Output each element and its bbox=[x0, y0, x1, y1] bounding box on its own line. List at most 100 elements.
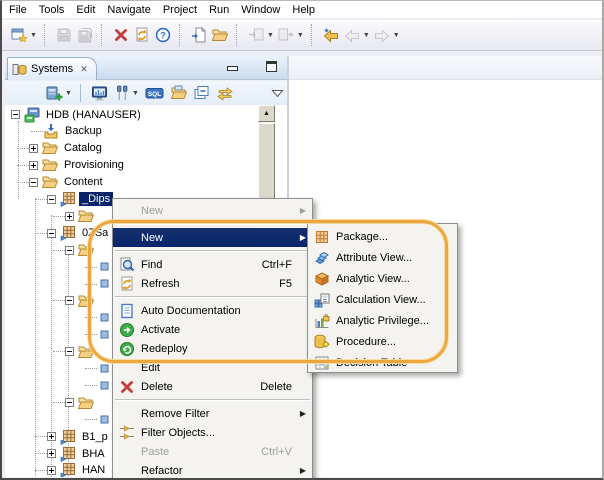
open-file-button[interactable] bbox=[189, 23, 210, 47]
add-system-button[interactable]: ▼ bbox=[43, 82, 75, 104]
submenu-item-analytic-privilege[interactable]: Analytic Privilege... bbox=[308, 310, 457, 331]
expand-icon[interactable] bbox=[65, 211, 74, 221]
collapse-icon[interactable] bbox=[29, 177, 38, 187]
menu-help[interactable]: Help bbox=[288, 2, 323, 18]
tree-connector-stub bbox=[35, 232, 47, 234]
expand-icon[interactable] bbox=[29, 160, 38, 170]
menu-tools[interactable]: Tools bbox=[35, 2, 73, 18]
collapse-icon[interactable] bbox=[65, 296, 74, 306]
menu-project[interactable]: Project bbox=[159, 2, 205, 18]
context-menu-item-refactor[interactable]: Refactor ▶ bbox=[113, 461, 312, 478]
help-button[interactable]: ? bbox=[153, 23, 174, 47]
package-icon bbox=[60, 225, 76, 242]
tree-label: Content bbox=[64, 176, 103, 189]
save-all-button[interactable] bbox=[75, 23, 96, 47]
tree-connector-stub bbox=[31, 130, 43, 132]
submenu-item-decision-table[interactable]: Decision Table bbox=[308, 352, 457, 373]
expand-icon[interactable] bbox=[29, 143, 38, 153]
tree-label bbox=[97, 215, 103, 217]
tree-row-provisioning[interactable]: Provisioning bbox=[5, 157, 287, 174]
context-menu-item-new-highlighted[interactable]: New ▶ bbox=[113, 228, 312, 247]
collapse-icon[interactable] bbox=[47, 228, 56, 238]
expand-icon[interactable] bbox=[47, 449, 56, 458]
delete-button[interactable] bbox=[111, 23, 132, 47]
context-menu-item-delete[interactable]: Delete Delete bbox=[113, 377, 312, 396]
context-menu-item-refresh[interactable]: Refresh F5 bbox=[113, 274, 312, 293]
view-menu-button[interactable] bbox=[268, 82, 287, 104]
tree-label: Backup bbox=[65, 125, 102, 138]
application-window: File Tools Edit Navigate Project Run Window Hel… bbox=[0, 0, 604, 480]
submenu-item-analytic-view[interactable]: Analytic View... bbox=[308, 268, 457, 289]
back-button[interactable]: ▼ bbox=[342, 23, 372, 47]
main-toolbar: ▼? ▼ ▼ ▼ ▼ bbox=[2, 20, 602, 51]
import-button[interactable]: ▼ bbox=[246, 23, 276, 47]
save-button[interactable] bbox=[54, 23, 75, 47]
tree-connector-stub bbox=[53, 351, 65, 353]
no-icon bbox=[119, 406, 137, 422]
collapse-all-button[interactable] bbox=[190, 82, 213, 104]
context-menu-item-activate[interactable]: Activate bbox=[113, 320, 312, 339]
sql-console-button[interactable]: SQL bbox=[142, 82, 167, 104]
svg-text:SQL: SQL bbox=[148, 91, 161, 98]
last-edit-location-button[interactable] bbox=[321, 23, 342, 47]
menu-run[interactable]: Run bbox=[205, 2, 237, 18]
collapse-icon[interactable] bbox=[65, 245, 74, 255]
forward-button[interactable]: ▼ bbox=[372, 23, 402, 47]
export-button[interactable]: ▼ bbox=[276, 23, 306, 47]
collapse-icon[interactable] bbox=[65, 347, 74, 357]
context-menu-item-edit[interactable]: Edit bbox=[113, 358, 312, 377]
scroll-up-arrow-icon[interactable]: ▲ bbox=[258, 105, 275, 122]
context-menu-item-filter-objects[interactable]: Filter Objects... bbox=[113, 423, 312, 442]
context-menu-item-find[interactable]: Find Ctrl+F bbox=[113, 255, 312, 274]
dropdown-caret-icon[interactable]: ▼ bbox=[393, 32, 400, 39]
minimize-icon[interactable] bbox=[227, 65, 238, 71]
no-icon bbox=[119, 203, 137, 219]
open-file-icon bbox=[191, 27, 208, 44]
collapse-icon[interactable] bbox=[65, 398, 74, 408]
context-menu-item-redeploy[interactable]: Redeploy bbox=[113, 339, 312, 358]
link-with-editor-button[interactable] bbox=[213, 82, 237, 104]
context-menu-item-auto-documentation[interactable]: Auto Documentation bbox=[113, 301, 312, 320]
maximize-icon[interactable] bbox=[266, 61, 277, 72]
context-menu-item-new-disabled[interactable]: New ▶ bbox=[113, 201, 312, 220]
tree-row-catalog[interactable]: Catalog bbox=[5, 140, 287, 157]
collapse-icon[interactable] bbox=[47, 194, 56, 204]
dropdown-caret-icon[interactable]: ▼ bbox=[132, 90, 139, 97]
toolbar-separator bbox=[43, 24, 48, 46]
dropdown-caret-icon[interactable]: ▼ bbox=[267, 32, 274, 39]
submenu-item-attribute-view[interactable]: Attribute View... bbox=[308, 247, 457, 268]
collapse-icon[interactable] bbox=[11, 110, 20, 119]
menu-file[interactable]: File bbox=[5, 2, 35, 18]
menu-item-label: Analytic View... bbox=[336, 272, 410, 285]
open-folder-button[interactable] bbox=[210, 23, 231, 47]
refresh-button[interactable] bbox=[132, 23, 153, 47]
dropdown-caret-icon[interactable]: ▼ bbox=[297, 32, 304, 39]
close-icon[interactable]: ✕ bbox=[80, 64, 88, 75]
submenu-item-procedure[interactable]: Procedure... bbox=[308, 331, 457, 352]
dropdown-caret-icon[interactable]: ▼ bbox=[30, 32, 37, 39]
menu-edit[interactable]: Edit bbox=[72, 2, 103, 18]
tree-row-content[interactable]: Content bbox=[5, 174, 287, 191]
find-icon bbox=[119, 257, 137, 273]
expand-icon[interactable] bbox=[47, 465, 56, 475]
configuration-button[interactable]: ▼ bbox=[111, 82, 142, 104]
tab-systems[interactable]: Systems ✕ bbox=[7, 57, 97, 80]
tree-row-hdb-hanauser[interactable]: HDB (HANAUSER) bbox=[5, 106, 287, 123]
expand-icon[interactable] bbox=[47, 432, 56, 442]
context-menu-item-paste-disabled[interactable]: Paste Ctrl+V bbox=[113, 442, 312, 461]
submenu-item-calculation-view[interactable]: Calculation View... bbox=[308, 289, 457, 310]
new-wizard-button[interactable]: ▼ bbox=[9, 23, 39, 47]
submenu-item-package[interactable]: Package... bbox=[308, 226, 457, 247]
backup-icon bbox=[43, 123, 59, 139]
dropdown-caret-icon[interactable]: ▼ bbox=[363, 32, 370, 39]
tree-label bbox=[97, 300, 103, 302]
tree-row-backup[interactable]: Backup bbox=[5, 123, 287, 140]
context-menu-item-remove-filter[interactable]: Remove Filter ▶ bbox=[113, 404, 312, 423]
configuration-icon bbox=[114, 85, 130, 102]
find-system-button[interactable] bbox=[167, 82, 190, 104]
item-icon bbox=[97, 276, 113, 292]
menu-navigate[interactable]: Navigate bbox=[103, 2, 158, 18]
dropdown-caret-icon[interactable]: ▼ bbox=[65, 90, 72, 97]
menu-window[interactable]: Window bbox=[237, 2, 288, 18]
administration-console-button[interactable] bbox=[88, 82, 111, 104]
